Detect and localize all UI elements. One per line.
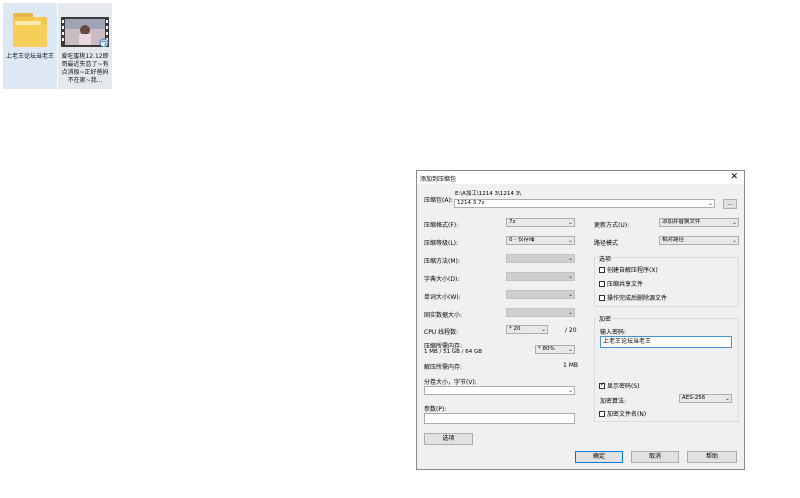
close-icon[interactable]: ✕ <box>730 172 738 182</box>
show-password-checkbox[interactable]: 显示密码(S) <box>599 381 640 390</box>
level-select[interactable]: 0 - 仅存储 ⌄ <box>506 236 575 245</box>
word-label: 单词大小(W): <box>424 294 461 301</box>
threads-select[interactable]: * 20 ⌄ <box>506 325 548 334</box>
chevron-down-icon: ⌄ <box>567 387 573 394</box>
decomp-label: 解压所需内存: <box>424 364 463 371</box>
folder-icon <box>13 13 47 47</box>
chevron-down-icon: ⌄ <box>567 346 573 353</box>
level-label: 压缩等级(L): <box>424 240 459 247</box>
cancel-button[interactable]: 取消 <box>631 451 679 463</box>
shared-checkbox[interactable]: 压缩共享文件 <box>599 279 643 288</box>
video-thumbnail-icon <box>61 17 109 47</box>
encrypt-names-checkbox[interactable]: 加密文件名(N) <box>599 409 646 418</box>
chevron-down-icon: ⌄ <box>540 326 546 333</box>
update-select[interactable]: 添加并替换文件 ⌄ <box>659 218 739 227</box>
chevron-down-icon: ⌄ <box>567 237 573 244</box>
archive-name-input[interactable]: 1214 3.7z ⌄ <box>454 199 715 208</box>
params-label: 参数(P): <box>424 406 447 413</box>
memory-select[interactable]: * 80% ⌄ <box>535 345 575 354</box>
memory-usage: 1 MB / 51 GB / 64 GB <box>424 349 483 355</box>
chevron-down-icon: ⌄ <box>707 200 713 207</box>
split-label: 分卷大小，字节(V): <box>424 379 477 386</box>
add-to-archive-dialog: 添加到压缩包 ✕ 压缩包(A): E:\A加工\1214 3\1214 3\ 1… <box>416 170 745 470</box>
delete-source-checkbox[interactable]: 操作完成后删除源文件 <box>599 293 667 302</box>
password-input[interactable]: 上老王论坛当老王 <box>600 336 732 348</box>
ok-button[interactable]: 确定 <box>575 451 623 463</box>
format-label: 压缩格式(F): <box>424 222 459 229</box>
solid-label: 固实数据大小: <box>424 312 463 319</box>
method-label: 压缩方法(M): <box>424 258 460 265</box>
split-select[interactable]: ⌄ <box>424 386 575 395</box>
desktop-item-label: 爱吃蜜桃12.12即哥最近失恋了~有点消极~正好爸妈不在家~我... <box>61 53 109 84</box>
archive-path: E:\A加工\1214 3\1214 3\ <box>455 191 521 197</box>
format-select[interactable]: 7z ⌄ <box>506 218 575 227</box>
solid-select[interactable]: ⌄ <box>506 308 575 317</box>
dict-label: 字典大小(D): <box>424 276 460 283</box>
threads-max: / 20 <box>565 327 577 334</box>
params-input[interactable] <box>424 413 575 424</box>
archive-label: 压缩包(A): <box>424 197 453 204</box>
encryption-method-label: 加密算法: <box>600 398 627 405</box>
encryption-method-select[interactable]: AES-256 ⌄ <box>679 394 732 403</box>
decomp-value: 1 MB <box>563 362 579 369</box>
word-select[interactable]: ⌄ <box>506 290 575 299</box>
dict-select[interactable]: ⌄ <box>506 272 575 281</box>
sfx-checkbox[interactable]: 创建自解压程序(X) <box>599 265 658 274</box>
threads-label: CPU 线程数: <box>424 329 459 336</box>
title-bar: 添加到压缩包 ✕ <box>417 171 744 184</box>
path-mode-label: 路径模式 <box>594 240 619 247</box>
chevron-down-icon: ⌄ <box>724 395 730 402</box>
options-button[interactable]: 选项 <box>424 433 473 445</box>
chevron-down-icon: ⌄ <box>731 237 737 244</box>
path-mode-select[interactable]: 相对路径 ⌄ <box>659 236 739 245</box>
chevron-down-icon: ⌄ <box>731 219 737 226</box>
dialog-title: 添加到压缩包 <box>420 176 457 183</box>
desktop-item-folder[interactable]: 上老王论坛当老王 <box>3 3 57 89</box>
method-select[interactable]: ⌄ <box>506 254 575 263</box>
password-label: 输入密码: <box>600 329 627 336</box>
options-group-title: 选项 <box>598 254 613 263</box>
chevron-down-icon: ⌄ <box>567 219 573 226</box>
help-button[interactable]: 帮助 <box>687 451 737 463</box>
update-label: 更新方式(U): <box>594 222 630 229</box>
desktop-item-label: 上老王论坛当老王 <box>5 53 54 60</box>
desktop-item-video[interactable]: 爱吃蜜桃12.12即哥最近失恋了~有点消极~正好爸妈不在家~我... <box>58 3 112 89</box>
encryption-group-title: 加密 <box>598 314 613 323</box>
browse-button[interactable]: ... <box>723 199 737 209</box>
